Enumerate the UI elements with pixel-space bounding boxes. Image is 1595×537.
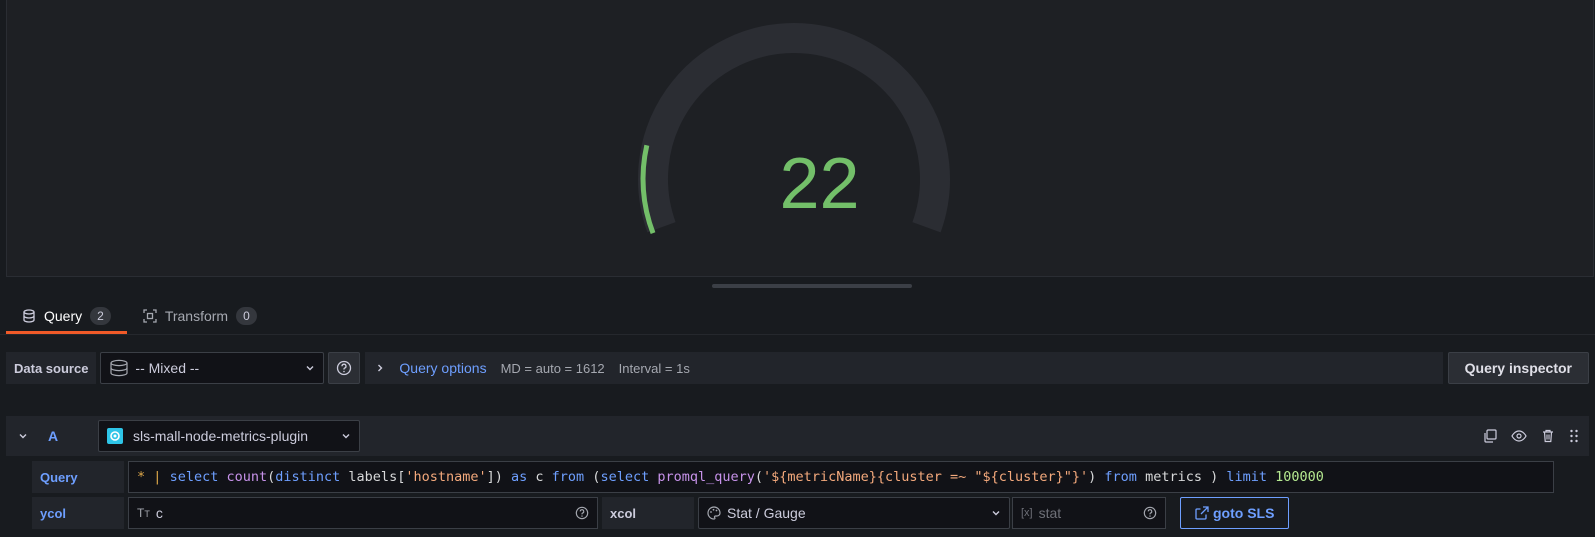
query-token <box>145 469 153 485</box>
query-token: distinct <box>275 469 341 485</box>
question-circle-icon[interactable] <box>575 506 589 520</box>
question-circle-icon <box>336 360 352 376</box>
xcol-select[interactable]: Stat / Gauge <box>698 497 1010 529</box>
query-token: ( <box>754 469 764 485</box>
query-token <box>1267 469 1275 485</box>
query-row-a: A sls-mall-node-metrics-plugin <box>6 416 1589 456</box>
query-token: c <box>527 469 552 485</box>
editor-tabs: Query 2 Transform 0 <box>6 300 273 334</box>
query-token: as <box>511 469 528 485</box>
query-options-md: MD = auto = 1612 <box>500 360 605 376</box>
query-token: from <box>551 469 585 485</box>
goto-sls-label: goto SLS <box>1213 505 1275 521</box>
gauge-chart <box>638 23 950 235</box>
query-token <box>218 469 226 485</box>
query-toolbar: Data source -- Mixed -- Query options MD… <box>6 352 1589 384</box>
tab-query-count: 2 <box>90 306 111 325</box>
tab-transform[interactable]: Transform 0 <box>127 300 273 332</box>
query-code-editor[interactable]: * | select count(distinct labels['hostna… <box>128 461 1554 493</box>
query-token: promql_query <box>657 469 755 485</box>
query-row-actions <box>1483 429 1589 443</box>
datasource-value: -- Mixed -- <box>135 360 200 376</box>
query-token: from <box>1104 469 1137 485</box>
external-link-icon <box>1195 506 1209 520</box>
variable-icon: [x] <box>1021 507 1033 519</box>
query-letter[interactable]: A <box>48 428 98 444</box>
query-token: metrics ) <box>1136 469 1227 485</box>
tab-transform-count: 0 <box>236 307 257 325</box>
mixed-datasource-icon <box>109 359 129 377</box>
query-token: * <box>137 469 146 485</box>
query-options-bar[interactable]: Query options MD = auto = 1612 Interval … <box>365 352 1443 384</box>
stat-input[interactable]: [x] stat <box>1012 497 1166 529</box>
query-inspector-button[interactable]: Query inspector <box>1447 352 1589 384</box>
tab-transform-label: Transform <box>164 308 229 324</box>
plugin-logo-icon <box>107 428 123 444</box>
chevron-down-icon <box>305 363 315 373</box>
trash-icon[interactable] <box>1541 429 1555 443</box>
query-token: '${metricName}{cluster =~ "${cluster}"}' <box>763 469 1089 485</box>
query-options-interval: Interval = 1s <box>618 360 690 376</box>
ycol-label: ycol <box>32 497 124 529</box>
eye-icon[interactable] <box>1511 429 1527 443</box>
stat-placeholder: stat <box>1038 505 1062 521</box>
ycol-input[interactable]: TT c <box>128 497 598 529</box>
query-token: limit <box>1226 469 1267 485</box>
xcol-label: xcol <box>602 497 694 529</box>
query-options-title[interactable]: Query options <box>399 360 486 376</box>
query-token: 'hostname' <box>405 469 487 485</box>
query-token: 100000 <box>1275 469 1324 485</box>
column-options-row: ycol TT c xcol Stat / Gauge [x] stat got… <box>32 497 1290 529</box>
datasource-select[interactable]: -- Mixed -- <box>100 352 325 384</box>
datasource-label: Data source <box>6 352 97 384</box>
query-field-label: Query <box>32 461 124 493</box>
drag-handle-icon[interactable] <box>1569 429 1579 443</box>
query-datasource-value: sls-mall-node-metrics-plugin <box>133 428 309 444</box>
ycol-value: c <box>155 505 163 521</box>
chevron-right-icon <box>375 363 385 373</box>
palette-icon <box>707 506 721 520</box>
tab-query-label: Query <box>44 307 83 324</box>
goto-sls-button[interactable]: goto SLS <box>1180 497 1290 529</box>
question-circle-icon[interactable] <box>1143 506 1157 520</box>
query-token <box>649 469 657 485</box>
query-token: select <box>169 469 219 485</box>
query-token: ( <box>267 469 276 485</box>
chevron-down-icon <box>341 431 351 441</box>
query-token: labels[ <box>340 469 406 485</box>
gauge-panel: 22 <box>6 0 1594 277</box>
query-token: ( <box>584 469 601 485</box>
xcol-value: Stat / Gauge <box>727 505 806 521</box>
query-token: ) <box>1088 469 1105 485</box>
datasource-help-button[interactable] <box>328 352 361 384</box>
tab-query[interactable]: Query 2 <box>6 300 127 334</box>
database-icon <box>22 308 36 323</box>
collapse-chevron-icon[interactable] <box>18 431 28 441</box>
query-token: count <box>226 469 268 485</box>
panel-resize-handle[interactable] <box>712 284 912 288</box>
query-token <box>161 469 169 485</box>
text-type-icon: TT <box>137 506 150 520</box>
copy-icon[interactable] <box>1483 429 1497 443</box>
tabs-divider <box>0 334 1595 335</box>
query-field-row: Query * | select count(distinct labels['… <box>32 461 1554 493</box>
chevron-down-icon <box>991 508 1001 518</box>
query-token: ]) <box>486 469 511 485</box>
query-token: select <box>600 469 650 485</box>
transform-icon <box>143 309 157 323</box>
query-token: | <box>153 469 162 485</box>
query-datasource-select[interactable]: sls-mall-node-metrics-plugin <box>98 420 360 452</box>
gauge-value: 22 <box>779 144 860 224</box>
